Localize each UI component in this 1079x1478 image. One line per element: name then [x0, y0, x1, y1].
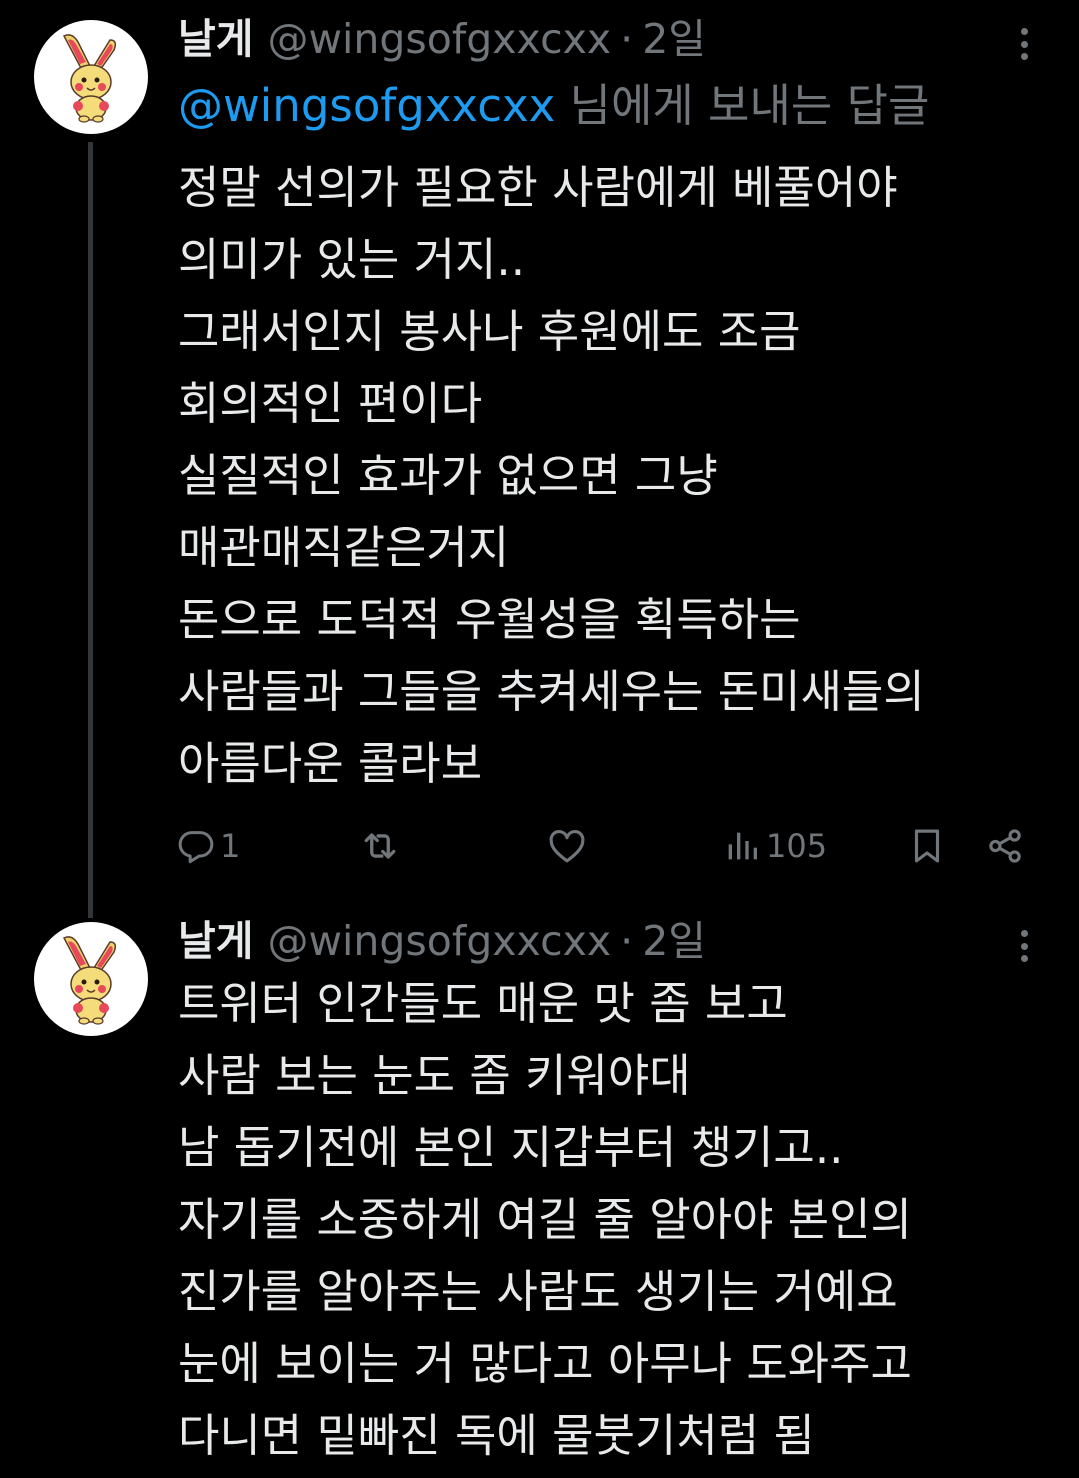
share-button[interactable]: [984, 820, 1026, 872]
tweet-text-line: 아름다운 콜라보: [178, 737, 483, 790]
bookmark-button[interactable]: [906, 820, 948, 872]
tweet-header: 날게 @wingsofgxxcxx · 2일: [178, 916, 706, 966]
tweet-text-line: 다니면 밑빠진 독에 물붓기처럼 됨: [178, 1409, 815, 1462]
tweet-text-line: 자기를 소중하게 여길 줄 알아야 본인의: [178, 1193, 912, 1246]
tweet-text-line: 사람 보는 눈도 좀 키워야대: [178, 1049, 691, 1102]
tweet-text: 정말 선의가 필요한 사람에게 베풀어야 의미가 있는 거지.. 그래서인지 봉…: [178, 152, 1038, 800]
tweet-text-line: 실질적인 효과가 없으면 그냥: [178, 449, 718, 502]
more-dot: [1020, 942, 1028, 950]
more-dot: [1020, 40, 1028, 48]
reply-button[interactable]: 1: [176, 820, 240, 872]
views-icon: [728, 832, 757, 860]
tweet-text-line: 정말 선의가 필요한 사람에게 베풀어야: [178, 161, 898, 214]
author-handle[interactable]: @wingsofgxxcxx: [267, 916, 611, 966]
more-dot: [1020, 28, 1028, 35]
retweet-icon: [364, 833, 396, 859]
tweet-text-line: 눈에 보이는 거 많다고 아무나 도와주고: [178, 1337, 912, 1390]
author-name[interactable]: 날게: [178, 916, 253, 966]
header-separator: ·: [620, 917, 634, 965]
views-count: 105: [766, 827, 828, 865]
header-separator: ·: [620, 15, 634, 63]
tweet-text-line: 트위터 인간들도 매운 맛 좀 보고: [178, 977, 788, 1030]
author-handle[interactable]: @wingsofgxxcxx: [267, 14, 611, 64]
reply-count: 1: [220, 827, 241, 865]
bookmark-icon: [914, 829, 940, 863]
tweet-text-line: 회의적인 편이다: [178, 377, 483, 430]
tweet-text-line: 그래서인지 봉사나 후원에도 조금: [178, 305, 801, 358]
tweet-actions: 1 105: [176, 820, 1036, 872]
more-options-icon[interactable]: [1008, 24, 1040, 64]
avatar[interactable]: [34, 20, 148, 134]
tweet-timestamp[interactable]: 2일: [642, 916, 706, 966]
reply-icon: [178, 831, 214, 864]
more-dot: [1020, 955, 1028, 962]
tweet-text-line: 남 돕기전에 본인 지갑부터 챙기고..: [178, 1121, 844, 1174]
tweet-text: 트위터 인간들도 매운 맛 좀 보고 사람 보는 눈도 좀 키워야대 남 돕기전…: [178, 968, 1038, 1472]
tweet-text-line: 사람들과 그들을 추켜세우는 돈미새들의: [178, 665, 925, 718]
tweet-timestamp[interactable]: 2일: [642, 14, 706, 64]
replying-to: @wingsofgxxcxx 님에게 보내는 답글: [178, 78, 929, 134]
thread-connector-line: [88, 142, 93, 918]
tweet-header: 날게 @wingsofgxxcxx · 2일: [178, 14, 706, 64]
tweet-text-line: 진가를 알아주는 사람도 생기는 거예요: [178, 1265, 898, 1318]
tweet-text-line: 의미가 있는 거지..: [178, 233, 526, 286]
tweet-text-line: 매관매직같은거지: [178, 521, 510, 574]
share-icon: [989, 829, 1021, 863]
rabbit-avatar-icon: [62, 936, 117, 1025]
like-button[interactable]: [546, 820, 588, 872]
rabbit-avatar-icon: [62, 34, 117, 123]
author-name[interactable]: 날게: [178, 14, 253, 64]
retweet-button[interactable]: [358, 820, 402, 872]
more-dot: [1020, 930, 1028, 937]
heart-icon: [549, 829, 585, 863]
avatar[interactable]: [34, 922, 148, 1036]
tweet-text-line: 돈으로 도덕적 우월성을 획득하는: [178, 593, 801, 646]
views-button[interactable]: 105: [722, 820, 827, 872]
more-dot: [1020, 53, 1028, 60]
more-options-icon[interactable]: [1008, 926, 1040, 966]
tweet-1[interactable]: 날게 @wingsofgxxcxx · 2일 @wingsofgxxcxx 님에…: [0, 0, 1079, 918]
replying-to-mention[interactable]: @wingsofgxxcxx: [178, 79, 555, 132]
replying-to-suffix: 님에게 보내는 답글: [555, 79, 930, 132]
